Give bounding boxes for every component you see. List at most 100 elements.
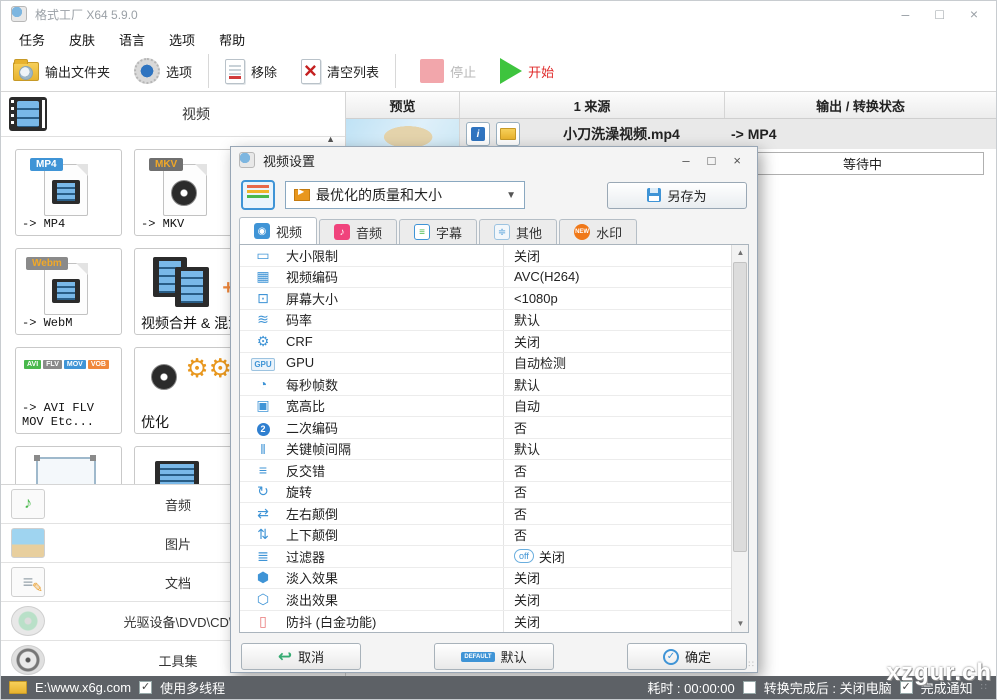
setting-aspect-ratio[interactable]: ▣ 宽高比 自动 (240, 396, 731, 418)
tab-label: 视频 (276, 222, 302, 241)
gear-atom-icon: ⚙ (240, 333, 286, 350)
col-output[interactable]: 输出 / 转换状态 (725, 92, 996, 118)
setting-label: 防抖 (白金功能) (286, 611, 504, 633)
task-row[interactable]: i 小刀洗澡视频.mp4 -> MP4 (346, 119, 996, 149)
card-partial-tools[interactable] (134, 446, 241, 484)
setting-keyframe-interval[interactable]: ‖ 关键帧间隔 默认 (240, 439, 731, 461)
dialog-resize-grip[interactable]: ∷ (748, 659, 755, 670)
tab-watermark[interactable]: NEW 水印 (559, 219, 637, 244)
conversion-status: 等待中 (741, 152, 984, 175)
setting-deinterlace[interactable]: ≡ 反交错 否 (240, 460, 731, 482)
setting-rotate[interactable]: ↻ 旋转 否 (240, 482, 731, 504)
save-as-button[interactable]: 另存为 (607, 182, 747, 209)
info-icon: i (471, 127, 485, 141)
setting-screen-size[interactable]: ⊡ 屏幕大小 <1080p (240, 288, 731, 310)
setting-stabilize[interactable]: ▯ 防抖 (白金功能) 关闭 (240, 611, 731, 633)
video-tab-icon: ◉ (254, 223, 270, 239)
card-video-merge[interactable]: + 视频合并 & 混流 (134, 248, 241, 335)
setting-flip-horizontal[interactable]: ⇄ 左右颠倒 否 (240, 503, 731, 525)
clear-list-button[interactable]: 清空列表 (289, 53, 391, 89)
card-optimize[interactable]: ⚙⚙ 优化 (134, 347, 241, 434)
stop-button[interactable]: 停止 (408, 53, 488, 89)
setting-value: 否 (504, 482, 527, 501)
fade-in-hexagon-icon: ⬢ (240, 569, 286, 586)
col-source[interactable]: 1 来源 (460, 92, 725, 118)
remove-button[interactable]: 移除 (213, 53, 289, 89)
shutdown-after-checkbox[interactable] (743, 681, 756, 694)
menu-skin[interactable]: 皮肤 (69, 30, 95, 49)
setting-crf[interactable]: ⚙ CRF 关闭 (240, 331, 731, 353)
subtitle-tab-icon: ≡ (414, 224, 430, 240)
quality-profile-dropdown[interactable]: 最优化的质量和大小 ▼ (285, 181, 525, 209)
start-button[interactable]: 开始 (488, 53, 566, 89)
setting-video-encode[interactable]: ▦ 视频编码 AVC(H264) (240, 267, 731, 289)
dialog-maximize-icon[interactable]: □ (708, 153, 716, 168)
menu-options[interactable]: 选项 (169, 30, 195, 49)
default-button[interactable]: DEFAULT 默认 (434, 643, 554, 670)
setting-flip-vertical[interactable]: ⇅ 上下颠倒 否 (240, 525, 731, 547)
ok-button[interactable]: ✓ 确定 (627, 643, 747, 670)
task-list-header: 预览 1 来源 输出 / 转换状态 (346, 92, 996, 119)
output-path-folder-icon[interactable] (9, 681, 27, 694)
tab-subtitle[interactable]: ≡ 字幕 (399, 219, 477, 244)
setting-bitrate[interactable]: ≋ 码率 默认 (240, 310, 731, 332)
card-to-mkv[interactable]: MKV -> MKV (134, 149, 241, 236)
card-label: 视频合并 & 混流 (141, 316, 242, 330)
picture-icon (11, 528, 45, 558)
col-preview[interactable]: 预览 (346, 92, 460, 118)
settings-scrollbar[interactable]: ▲ ▼ (731, 245, 748, 632)
setting-value: 默认 (504, 375, 540, 394)
menu-help[interactable]: 帮助 (219, 30, 245, 49)
tab-other[interactable]: ≑ 其他 (479, 219, 557, 244)
setting-label: 左右颠倒 (286, 503, 504, 524)
setting-fps[interactable]: ◔ 每秒帧数 默认 (240, 374, 731, 396)
chip-icon: ▦ (240, 268, 286, 285)
setting-filter[interactable]: ≣ 过滤器 off 关闭 (240, 546, 731, 568)
setting-label: 二次编码 (286, 417, 504, 438)
setting-fade-out[interactable]: ⬡ 淡出效果 关闭 (240, 589, 731, 611)
scroll-down-icon[interactable]: ▼ (732, 616, 749, 632)
setting-two-pass[interactable]: 2 二次编码 否 (240, 417, 731, 439)
dialog-title-bar[interactable]: 视频设置 – □ × (231, 147, 757, 173)
crop-tool-icon (36, 457, 96, 484)
setting-label: CRF (286, 331, 504, 352)
card-to-webm[interactable]: Webm -> WebM (15, 248, 122, 335)
open-folder-button[interactable] (496, 122, 520, 146)
scrollbar-thumb[interactable] (733, 262, 747, 552)
info-button[interactable]: i (466, 122, 490, 146)
fps-icon: ◔ (240, 376, 286, 392)
maximize-icon[interactable]: □ (935, 6, 943, 22)
menu-language[interactable]: 语言 (119, 30, 145, 49)
setting-fade-in[interactable]: ⬢ 淡入效果 关闭 (240, 568, 731, 590)
dialog-minimize-icon[interactable]: – (682, 153, 689, 168)
output-folder-button[interactable]: 输出文件夹 (1, 53, 122, 89)
tab-audio[interactable]: ♪ 音频 (319, 219, 397, 244)
multithread-checkbox[interactable]: ✓ (139, 681, 152, 694)
card-label: 优化 (141, 415, 169, 429)
cancel-button[interactable]: ↩ 取消 (241, 643, 361, 670)
minimize-icon[interactable]: – (902, 6, 910, 22)
close-icon[interactable]: × (970, 6, 978, 22)
video-section-header[interactable]: 视频 ▲ (1, 92, 345, 137)
scroll-up-icon[interactable]: ▲ (732, 245, 749, 261)
tab-label: 音频 (356, 223, 382, 242)
setting-value: 否 (504, 418, 527, 437)
setting-gpu[interactable]: GPU GPU 自动检测 (240, 353, 731, 375)
default-label: 默认 (501, 647, 527, 666)
dialog-close-icon[interactable]: × (733, 153, 741, 168)
setting-size-limit[interactable]: ▭ 大小限制 关闭 (240, 245, 731, 267)
card-partial-crop[interactable] (15, 446, 122, 484)
output-path[interactable]: E:\www.x6g.com (35, 680, 131, 695)
tab-video[interactable]: ◉ 视频 (239, 217, 317, 244)
elapsed-time: 耗时 : 00:00:00 (647, 678, 734, 697)
dialog-tabs: ◉ 视频 ♪ 音频 ≡ 字幕 ≑ 其他 NEW 水印 (231, 219, 757, 244)
ok-label: 确定 (685, 647, 711, 666)
card-to-avi-flv-mov[interactable]: AVIFLVMOVVOB -> AVI FLV MOV Etc... (15, 347, 122, 434)
card-to-mp4[interactable]: MP4 -> MP4 (15, 149, 122, 236)
setting-label: 旋转 (286, 482, 504, 503)
filmstrip-icon (52, 180, 80, 204)
title-bar: 格式工厂 X64 5.9.0 – □ × (1, 1, 996, 27)
audio-note-icon: ♪ (11, 489, 45, 519)
menu-task[interactable]: 任务 (19, 30, 45, 49)
options-button[interactable]: 选项 (122, 53, 204, 89)
